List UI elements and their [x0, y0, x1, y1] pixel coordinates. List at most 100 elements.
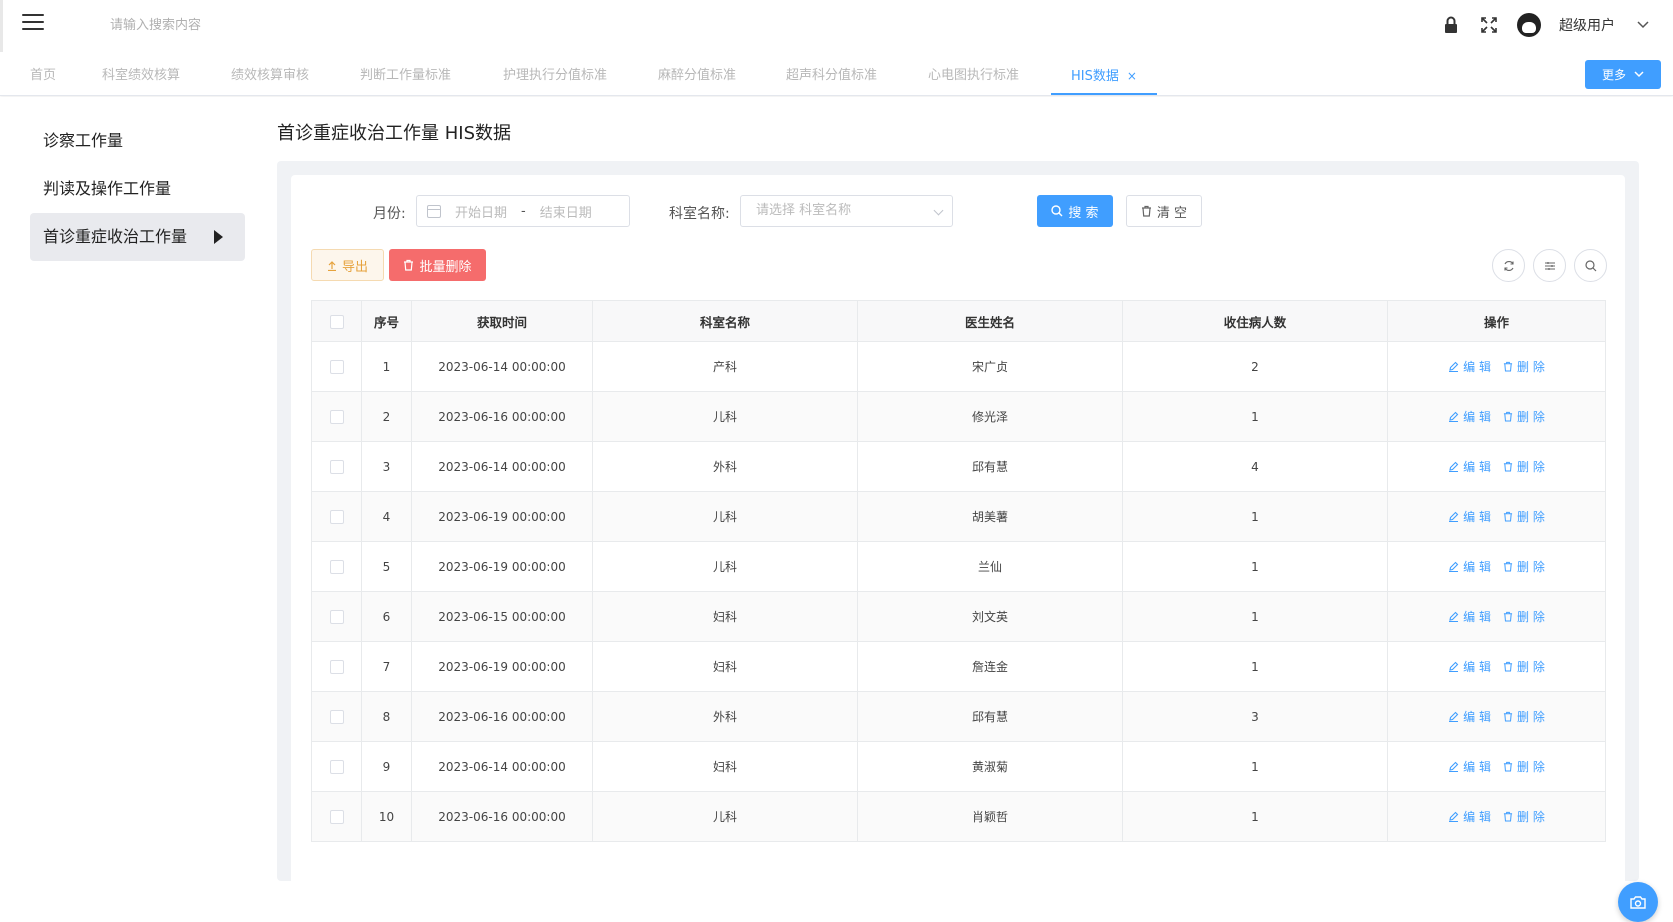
user-avatar[interactable]: [1517, 13, 1541, 37]
row-checkbox[interactable]: [329, 609, 344, 624]
date-range-picker[interactable]: 开始日期 - 结束日期: [416, 195, 630, 227]
global-search-input[interactable]: [110, 12, 370, 38]
table-row[interactable]: 5 2023-06-19 00:00:00 儿科 兰仙 1 编 辑 删 除: [311, 541, 1606, 592]
table-row[interactable]: 7 2023-06-19 00:00:00 妇科 詹连金 1 编 辑 删 除: [311, 641, 1606, 692]
side-item-consultation[interactable]: 诊察工作量: [30, 117, 245, 165]
row-checkbox[interactable]: [329, 509, 344, 524]
more-button[interactable]: 更多: [1585, 60, 1661, 89]
delete-button[interactable]: 删 除: [1503, 408, 1545, 425]
delete-button[interactable]: 删 除: [1503, 508, 1545, 525]
row-checkbox[interactable]: [329, 409, 344, 424]
tab-home[interactable]: 首页: [30, 52, 56, 95]
table-row[interactable]: 10 2023-06-16 00:00:00 儿科 肖颖哲 1 编 辑 删 除: [311, 791, 1606, 842]
row-checkbox[interactable]: [329, 759, 344, 774]
tab-dept-performance[interactable]: 科室绩效核算: [102, 52, 180, 95]
row-checkbox[interactable]: [329, 559, 344, 574]
edit-icon: [1448, 611, 1459, 622]
delete-button[interactable]: 删 除: [1503, 658, 1545, 675]
row-checkbox[interactable]: [329, 809, 344, 824]
end-date-placeholder[interactable]: 结束日期: [540, 202, 592, 221]
top-bar: 超级用户: [0, 0, 1673, 52]
dept-select[interactable]: 请选择 科室名称: [740, 195, 953, 227]
tab-anesthesia-standard[interactable]: 麻醉分值标准: [658, 52, 736, 95]
batch-delete-button[interactable]: 批量删除: [389, 249, 486, 281]
edit-button[interactable]: 编 辑: [1448, 708, 1491, 725]
start-date-placeholder[interactable]: 开始日期: [455, 202, 507, 221]
edit-label: 编 辑: [1463, 410, 1491, 424]
clear-button[interactable]: 清 空: [1126, 195, 1202, 227]
search-button[interactable]: 搜 索: [1037, 195, 1113, 227]
table-row[interactable]: 4 2023-06-19 00:00:00 儿科 胡美薯 1 编 辑 删 除: [311, 491, 1606, 542]
table-row[interactable]: 8 2023-06-16 00:00:00 外科 邱有慧 3 编 辑 删 除: [311, 691, 1606, 742]
table-row[interactable]: 2 2023-06-16 00:00:00 儿科 修光泽 1 编 辑 删 除: [311, 391, 1606, 442]
select-all-cell: [311, 300, 362, 342]
delete-button[interactable]: 删 除: [1503, 558, 1545, 575]
cell-count: 1: [1122, 741, 1388, 792]
tab-ecg-standard[interactable]: 心电图执行标准: [928, 52, 1019, 95]
cell-dept: 儿科: [592, 391, 858, 442]
row-checkbox[interactable]: [329, 709, 344, 724]
cell-count: 3: [1122, 691, 1388, 742]
cell-time: 2023-06-16 00:00:00: [411, 791, 593, 842]
row-checkbox[interactable]: [329, 659, 344, 674]
edit-button[interactable]: 编 辑: [1448, 358, 1491, 375]
delete-button[interactable]: 删 除: [1503, 808, 1545, 825]
toggle-search-button[interactable]: [1574, 249, 1607, 282]
edit-button[interactable]: 编 辑: [1448, 808, 1491, 825]
table-row[interactable]: 3 2023-06-14 00:00:00 外科 邱有慧 4 编 辑 删 除: [311, 441, 1606, 492]
table-row[interactable]: 1 2023-06-14 00:00:00 产科 宋广贞 2 编 辑 删 除: [311, 341, 1606, 392]
tab-performance-audit[interactable]: 绩效核算审核: [231, 52, 309, 95]
col-header-time: 获取时间: [411, 300, 593, 342]
delete-label: 删 除: [1517, 710, 1545, 724]
delete-icon: [1503, 461, 1513, 472]
clear-button-label: 清 空: [1156, 205, 1188, 221]
column-settings-button[interactable]: [1533, 249, 1566, 282]
side-item-critical-admission[interactable]: 首诊重症收治工作量: [30, 213, 245, 261]
tab-workload-standard[interactable]: 判断工作量标准: [360, 52, 451, 95]
edit-button[interactable]: 编 辑: [1448, 408, 1491, 425]
lock-icon[interactable]: [1441, 15, 1461, 35]
batch-delete-button-label: 批量删除: [419, 259, 472, 275]
edit-button[interactable]: 编 辑: [1448, 658, 1491, 675]
row-checkbox[interactable]: [329, 359, 344, 374]
chevron-down-icon[interactable]: [1633, 15, 1653, 35]
row-select-cell: [311, 341, 362, 392]
tab-his-data[interactable]: HIS数据 ×: [1051, 52, 1157, 95]
cell-actions: 编 辑删 除: [1387, 491, 1606, 542]
delete-button[interactable]: 删 除: [1503, 758, 1545, 775]
tab-nursing-standard[interactable]: 护理执行分值标准: [503, 52, 607, 95]
cell-dept: 妇科: [592, 641, 858, 692]
edit-label: 编 辑: [1463, 660, 1491, 674]
delete-button[interactable]: 删 除: [1503, 358, 1545, 375]
delete-button[interactable]: 删 除: [1503, 608, 1545, 625]
side-item-interpretation[interactable]: 判读及操作工作量: [30, 165, 245, 213]
table-row[interactable]: 6 2023-06-15 00:00:00 妇科 刘文英 1 编 辑 删 除: [311, 591, 1606, 642]
close-tab-icon[interactable]: ×: [1127, 69, 1137, 83]
edit-button[interactable]: 编 辑: [1448, 458, 1491, 475]
row-checkbox[interactable]: [329, 459, 344, 474]
row-select-cell: [311, 591, 362, 642]
export-button[interactable]: 导出: [311, 249, 384, 281]
fullscreen-icon[interactable]: [1479, 15, 1499, 35]
screenshot-float-button[interactable]: [1618, 882, 1658, 922]
delete-icon: [1503, 611, 1513, 622]
cell-no: 1: [361, 341, 412, 392]
cell-time: 2023-06-19 00:00:00: [411, 641, 593, 692]
tab-ultrasound-standard[interactable]: 超声科分值标准: [786, 52, 877, 95]
edit-button[interactable]: 编 辑: [1448, 608, 1491, 625]
delete-button[interactable]: 删 除: [1503, 708, 1545, 725]
cell-no: 7: [361, 641, 412, 692]
row-select-cell: [311, 791, 362, 842]
select-all-checkbox[interactable]: [329, 314, 344, 329]
refresh-button[interactable]: [1492, 249, 1525, 282]
delete-button[interactable]: 删 除: [1503, 458, 1545, 475]
edit-button[interactable]: 编 辑: [1448, 558, 1491, 575]
cell-dept: 外科: [592, 691, 858, 742]
table-row[interactable]: 9 2023-06-14 00:00:00 妇科 黄淑菊 1 编 辑 删 除: [311, 741, 1606, 792]
edit-button[interactable]: 编 辑: [1448, 508, 1491, 525]
hamburger-menu-icon[interactable]: [22, 14, 44, 32]
username-label[interactable]: 超级用户: [1559, 15, 1615, 35]
cell-actions: 编 辑删 除: [1387, 391, 1606, 442]
delete-label: 删 除: [1517, 460, 1545, 474]
edit-button[interactable]: 编 辑: [1448, 758, 1491, 775]
